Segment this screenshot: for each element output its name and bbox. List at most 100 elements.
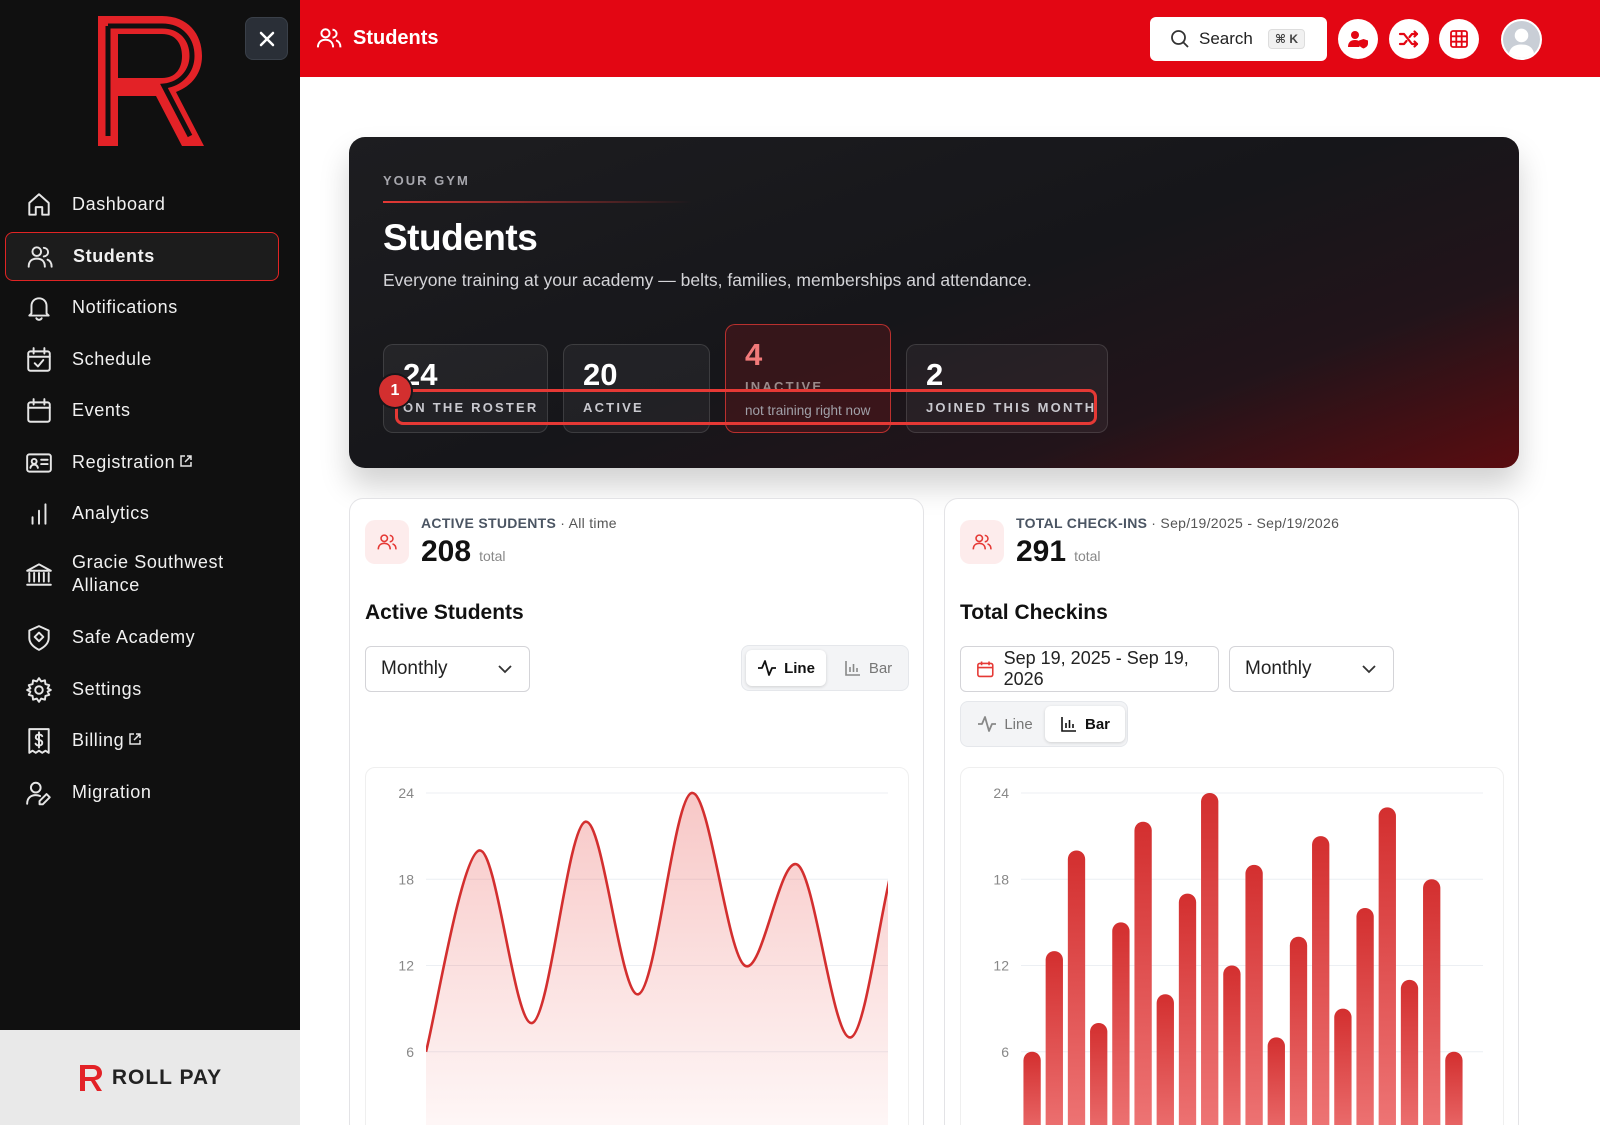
- bar-chart-svg: 24 18 12 6: [993, 785, 1483, 1125]
- bar-option[interactable]: Bar: [828, 650, 908, 686]
- sidebar-item-schedule[interactable]: Schedule: [5, 335, 279, 384]
- activity-icon: [978, 716, 997, 732]
- gear-icon: [25, 676, 53, 704]
- sidebar-item-label: Safe Academy: [72, 627, 196, 647]
- line-chart-svg: 24 18 12 6: [398, 785, 888, 1125]
- sidebar-item-label: Analytics: [72, 503, 150, 523]
- search-button[interactable]: Search ⌘ K: [1150, 17, 1327, 61]
- top-bar: Students Search ⌘ K: [300, 0, 1600, 77]
- shuffle-button[interactable]: [1389, 19, 1429, 59]
- bar-chart-icon: [1061, 717, 1076, 732]
- sidebar-item-migration[interactable]: Migration: [5, 768, 279, 817]
- grid-calendar-button[interactable]: [1439, 19, 1479, 59]
- activity-icon: [758, 660, 777, 676]
- bar: [1178, 893, 1197, 1125]
- bar: [1423, 879, 1441, 1125]
- sidebar-item-label: Migration: [72, 782, 152, 802]
- bar-option-label: Bar: [868, 659, 893, 677]
- bar: [1312, 836, 1330, 1125]
- chart-heading: Total Checkins: [960, 601, 1108, 624]
- dollar-receipt-icon: [25, 727, 53, 755]
- external-link-icon: [128, 729, 142, 752]
- y-tick-label: 18: [398, 871, 414, 887]
- date-range-picker[interactable]: Sep 19, 2025 - Sep 19, 2026: [960, 646, 1219, 692]
- bar: [1156, 994, 1174, 1125]
- annotation-highlight: [395, 389, 1097, 425]
- bank-icon: [25, 560, 53, 588]
- close-sidebar-button[interactable]: [245, 17, 288, 60]
- card-total-unit: total: [1074, 548, 1101, 564]
- card-total: 291 total: [1016, 535, 1101, 569]
- chart-type-toggle: Line Bar: [741, 645, 909, 691]
- y-tick-label: 12: [398, 958, 414, 974]
- chart-type-toggle: Line Bar: [960, 701, 1128, 747]
- sidebar-item-students[interactable]: Students: [5, 232, 279, 281]
- sidebar-item-analytics[interactable]: Analytics: [5, 489, 279, 538]
- calendar-check-icon: [25, 346, 53, 374]
- line-option[interactable]: Line: [746, 650, 826, 686]
- external-link-icon: [179, 451, 193, 474]
- y-tick-label: 6: [1001, 1044, 1009, 1060]
- sidebar-item-settings[interactable]: Settings: [5, 665, 279, 714]
- sidebar-item-billing[interactable]: Billing: [5, 716, 279, 765]
- users-icon: [316, 28, 342, 48]
- user-shield-button[interactable]: [1338, 19, 1378, 59]
- users-icon: [26, 243, 54, 271]
- total-checkins-card: TOTAL CHECK-INS · Sep/19/2025 - Sep/19/20…: [944, 498, 1519, 1125]
- sidebar: Dashboard Students Notifications Schedule Ev…: [0, 0, 300, 1125]
- card-range: · Sep/19/2025 - Sep/19/2026: [1151, 515, 1340, 531]
- stat-value: 20: [583, 357, 618, 392]
- sidebar-item-gracie-southwest-alliance[interactable]: Gracie Southwest Alliance: [5, 541, 279, 607]
- chevron-down-icon: [498, 665, 512, 674]
- hero-eyebrow: YOUR GYM: [383, 173, 470, 188]
- line-option-label: Line: [1004, 715, 1033, 733]
- card-icon: [960, 520, 1004, 564]
- avatar-icon: [1503, 21, 1540, 58]
- card-kicker-label: ACTIVE STUDENTS: [421, 515, 557, 531]
- id-card-icon: [25, 449, 53, 477]
- bar: [1201, 793, 1219, 1125]
- bar: [1400, 979, 1419, 1125]
- bar-chart-icon: [845, 661, 860, 676]
- sidebar-item-notifications[interactable]: Notifications: [5, 283, 279, 332]
- sidebar-item-registration[interactable]: Registration: [5, 438, 279, 487]
- annotation-marker: 1: [379, 375, 411, 407]
- bar: [1067, 850, 1086, 1125]
- bar: [1378, 807, 1396, 1125]
- shuffle-icon: [1398, 30, 1419, 48]
- students-hero-card: YOUR GYM Students Everyone training at y…: [349, 137, 1519, 468]
- bar: [1112, 922, 1130, 1125]
- sidebar-footer: ROLL PAY: [0, 1030, 300, 1125]
- bar: [1267, 1037, 1285, 1125]
- total-checkins-chart: 24 18 12 6: [960, 767, 1504, 1125]
- bar-option[interactable]: Bar: [1045, 706, 1125, 742]
- stat-value: 4: [745, 337, 763, 372]
- brand-logo: [98, 16, 204, 146]
- period-select[interactable]: Monthly: [1229, 646, 1394, 692]
- y-tick-label: 24: [993, 785, 1009, 801]
- y-tick-label: 6: [406, 1044, 414, 1060]
- bar: [1334, 1008, 1352, 1125]
- bar: [1356, 908, 1374, 1125]
- grid-icon: [1450, 30, 1468, 48]
- sidebar-item-label: Billing: [72, 729, 142, 753]
- card-total: 208 total: [421, 535, 506, 569]
- bar: [1090, 1023, 1108, 1125]
- chart-heading: Active Students: [365, 601, 524, 624]
- bar: [1023, 1051, 1041, 1125]
- sidebar-item-safe-academy[interactable]: Safe Academy: [5, 613, 279, 662]
- sidebar-item-label: Gracie Southwest Alliance: [72, 552, 224, 595]
- card-total-value: 291: [1016, 535, 1067, 568]
- active-students-card: ACTIVE STUDENTS · All time 208 total Acti…: [349, 498, 924, 1125]
- stat-value: 2: [926, 357, 944, 392]
- period-select[interactable]: Monthly: [365, 646, 530, 692]
- page-header-title: Students: [353, 26, 439, 49]
- bar: [1045, 951, 1063, 1125]
- sidebar-item-dashboard[interactable]: Dashboard: [5, 180, 279, 229]
- sidebar-item-events[interactable]: Events: [5, 386, 279, 435]
- line-option[interactable]: Line: [965, 706, 1045, 742]
- date-range-value: Sep 19, 2025 - Sep 19, 2026: [1003, 648, 1189, 689]
- calendar-icon: [977, 661, 994, 678]
- user-avatar[interactable]: [1501, 19, 1542, 60]
- user-shield-icon: [1348, 31, 1368, 49]
